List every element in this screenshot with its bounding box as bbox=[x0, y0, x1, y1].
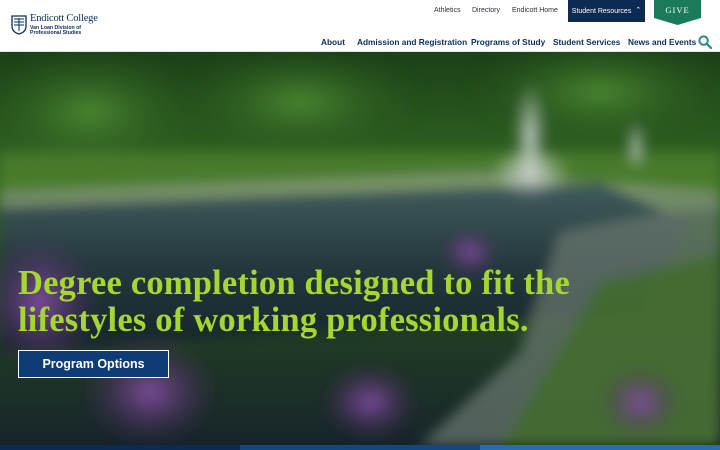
hero-banner: Degree completion designed to fit the li… bbox=[0, 52, 720, 445]
site-header: Endicott College Van Loan Division of Pr… bbox=[0, 0, 720, 52]
hero-background-image bbox=[0, 52, 720, 445]
chevron-up-icon: ⌃ bbox=[635, 7, 642, 14]
bottom-color-bar bbox=[0, 445, 720, 450]
hero-heading-line-1: Degree completion designed to fit the bbox=[18, 264, 570, 302]
student-resources-label: Student Resources bbox=[571, 7, 632, 15]
college-name: Endicott College bbox=[30, 13, 98, 24]
hero-heading-line-2: lifestyles of working professionals. bbox=[18, 301, 529, 339]
program-options-button[interactable]: Program Options bbox=[18, 350, 169, 378]
nav-programs[interactable]: Programs of Study bbox=[471, 37, 545, 47]
student-resources-button[interactable]: Student Resources ⌃ bbox=[568, 0, 645, 22]
bottom-bar-segment bbox=[480, 445, 720, 450]
athletics-link[interactable]: Athletics bbox=[434, 7, 460, 14]
give-label: GIVE bbox=[665, 5, 690, 15]
nav-student-services[interactable]: Student Services bbox=[553, 37, 620, 47]
college-logo[interactable]: Endicott College Van Loan Division of Pr… bbox=[11, 13, 101, 38]
nav-admission[interactable]: Admission and Registration bbox=[357, 37, 467, 47]
division-line-2: Professional Studies bbox=[30, 29, 82, 36]
hero-heading: Degree completion designed to fit the li… bbox=[18, 265, 658, 339]
college-seal-icon bbox=[11, 15, 27, 35]
bottom-bar-segment bbox=[240, 445, 480, 450]
bottom-bar-segment bbox=[0, 445, 240, 450]
directory-link[interactable]: Directory bbox=[472, 7, 500, 14]
search-icon[interactable] bbox=[698, 35, 712, 49]
give-button[interactable]: GIVE bbox=[654, 0, 701, 25]
nav-news-events[interactable]: News and Events bbox=[628, 37, 696, 47]
endicott-home-link[interactable]: Endicott Home bbox=[512, 7, 558, 14]
nav-about[interactable]: About bbox=[321, 37, 345, 47]
